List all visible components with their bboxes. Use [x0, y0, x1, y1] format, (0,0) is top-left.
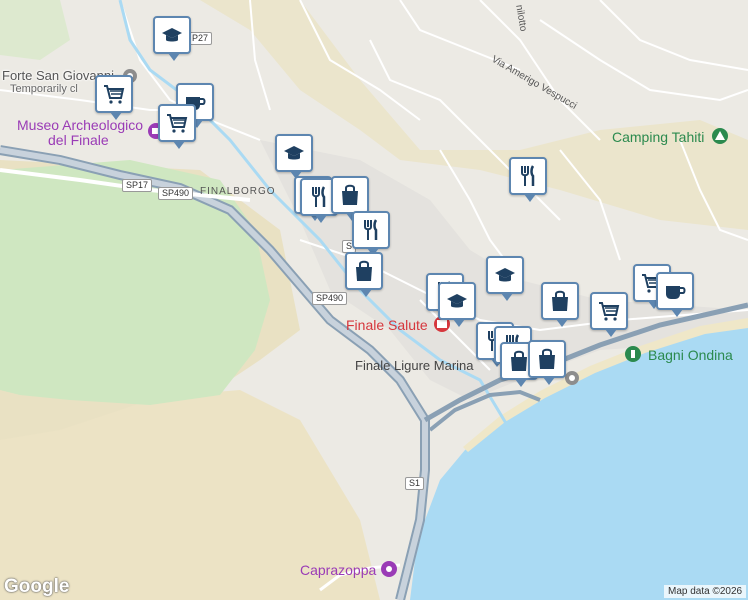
- place-label-museo-1[interactable]: Museo Archeologico: [17, 117, 143, 133]
- school-icon: [447, 294, 467, 308]
- restaurant-icon: [521, 165, 535, 186]
- shopping-icon: [539, 348, 555, 369]
- place-label-salute[interactable]: Finale Salute: [346, 317, 428, 333]
- school-icon: [495, 268, 515, 282]
- poi-marker-shopping[interactable]: [331, 176, 369, 221]
- cafe-icon: [666, 286, 686, 299]
- google-logo: Google: [4, 576, 70, 597]
- school-icon: [284, 146, 304, 160]
- poi-marker-shopping[interactable]: [528, 340, 566, 385]
- shopping-icon: [356, 260, 372, 281]
- road-shield: SP490: [312, 292, 348, 305]
- place-label-caprazoppa[interactable]: Caprazoppa: [300, 562, 376, 578]
- road-shield: S1: [405, 477, 425, 490]
- poi-marker-school[interactable]: [486, 256, 524, 301]
- place-label-camping[interactable]: Camping Tahiti: [612, 129, 704, 145]
- grocery-icon: [104, 85, 125, 104]
- restaurant-icon: [364, 219, 378, 240]
- area-label-marina: Finale Ligure Marina: [355, 358, 474, 373]
- place-label-bagni[interactable]: Bagni Ondina: [648, 347, 733, 363]
- map-attribution[interactable]: Map data ©2026: [664, 585, 747, 598]
- poi-marker-restaurant[interactable]: [352, 211, 390, 256]
- place-note-forte: Temporarily cl: [10, 83, 78, 95]
- road-shield: P27: [188, 32, 213, 45]
- poi-marker-shopping[interactable]: [541, 282, 579, 327]
- poi-marker-school[interactable]: [275, 134, 313, 179]
- grocery-icon: [167, 114, 188, 133]
- poi-marker-school[interactable]: [153, 16, 191, 61]
- grocery-icon: [599, 302, 620, 321]
- shopping-icon: [342, 184, 358, 205]
- poi-marker-grocery[interactable]: [590, 292, 628, 337]
- shopping-icon: [552, 290, 568, 311]
- road-shield: SP17: [122, 179, 153, 192]
- poi-marker-restaurant[interactable]: [509, 157, 547, 202]
- poi-marker-shopping[interactable]: [345, 252, 383, 297]
- road-shield: SP490: [158, 187, 194, 200]
- place-label-museo-2[interactable]: del Finale: [48, 132, 109, 148]
- poi-marker-grocery[interactable]: [158, 104, 196, 149]
- restaurant-icon: [312, 186, 326, 207]
- school-icon: [162, 28, 182, 42]
- poi-marker-grocery[interactable]: [95, 75, 133, 120]
- area-label-finalborgo: FINALBORGO: [200, 186, 276, 197]
- poi-marker-school[interactable]: [438, 282, 476, 327]
- poi-marker-cafe[interactable]: [656, 272, 694, 317]
